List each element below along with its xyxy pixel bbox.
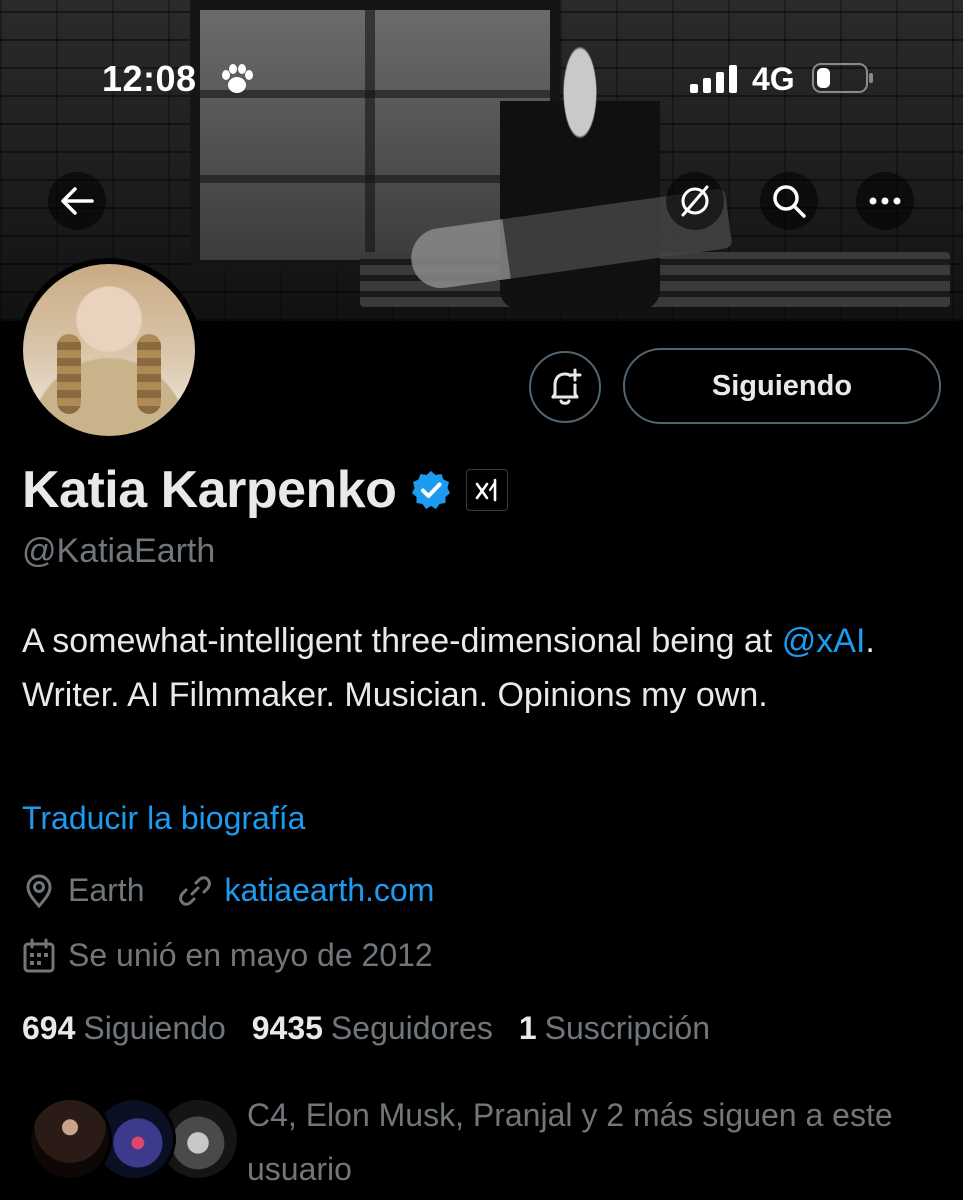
user-handle: @KatiaEarth [22, 532, 216, 570]
following-button[interactable]: Siguiendo [623, 348, 941, 424]
notifications-button[interactable] [529, 351, 601, 423]
subscriptions-stat[interactable]: 1 Suscripción [519, 1010, 710, 1047]
arrow-left-icon [61, 187, 94, 215]
status-bar: 12:08 4G [0, 55, 963, 105]
location-pin-icon [26, 873, 52, 908]
search-button[interactable] [760, 172, 818, 230]
follower-avatar [28, 1097, 112, 1181]
name-row: Katia Karpenko [22, 460, 509, 520]
joined-row: Se unió en mayo de 2012 [22, 937, 433, 974]
profile-stats: 694 Siguiendo 9435 Seguidores 1 Suscripción [22, 1010, 736, 1047]
grok-button[interactable] [666, 172, 724, 230]
translate-bio-link[interactable]: Traducir la biografía [22, 800, 305, 837]
calendar-icon [23, 938, 55, 972]
followers-you-know-text[interactable]: C4, Elon Musk, Pranjal y 2 más siguen a … [247, 1088, 927, 1196]
profile-avatar[interactable] [17, 258, 201, 442]
following-stat[interactable]: 694 Siguiendo [22, 1010, 226, 1047]
website-link[interactable]: katiaearth.com [224, 872, 434, 909]
following-count: 694 [22, 1010, 76, 1046]
display-name: Katia Karpenko [22, 461, 397, 519]
search-icon [773, 185, 806, 218]
avatar-image [23, 264, 195, 436]
location-text: Earth [68, 872, 145, 908]
profile-bio: A somewhat-intelligent three-dimensional… [22, 614, 942, 722]
joined-date-text: Se unió en mayo de 2012 [68, 937, 433, 973]
paw-icon [222, 64, 253, 93]
followers-count: 9435 [251, 1010, 323, 1046]
bell-plus-icon [551, 368, 582, 405]
more-horizontal-icon [869, 197, 901, 205]
signal-icon [690, 65, 737, 93]
location-website-row: Earth katiaearth.com [22, 872, 434, 909]
followers-you-know-avatars[interactable] [28, 1097, 240, 1183]
xai-logo-icon [476, 478, 497, 502]
network-type: 4G [752, 61, 795, 97]
subscriptions-stat-label: Suscripción [544, 1010, 711, 1046]
bio-text: A somewhat-intelligent three-dimensional… [22, 622, 782, 660]
affiliate-badge[interactable] [466, 469, 509, 511]
verified-badge-icon[interactable] [410, 469, 452, 511]
followers-stat[interactable]: 9435 Seguidores [252, 1010, 493, 1047]
bio-mention-link[interactable]: @xAI [782, 622, 866, 660]
back-button[interactable] [48, 172, 106, 230]
subscriptions-count: 1 [518, 1010, 537, 1046]
more-button[interactable] [856, 172, 914, 230]
following-stat-label: Siguiendo [83, 1010, 226, 1046]
link-icon [179, 875, 212, 906]
status-time: 12:08 [102, 58, 197, 99]
followers-stat-label: Seguidores [330, 1010, 493, 1046]
grok-icon [681, 185, 709, 217]
battery-icon [812, 63, 873, 93]
